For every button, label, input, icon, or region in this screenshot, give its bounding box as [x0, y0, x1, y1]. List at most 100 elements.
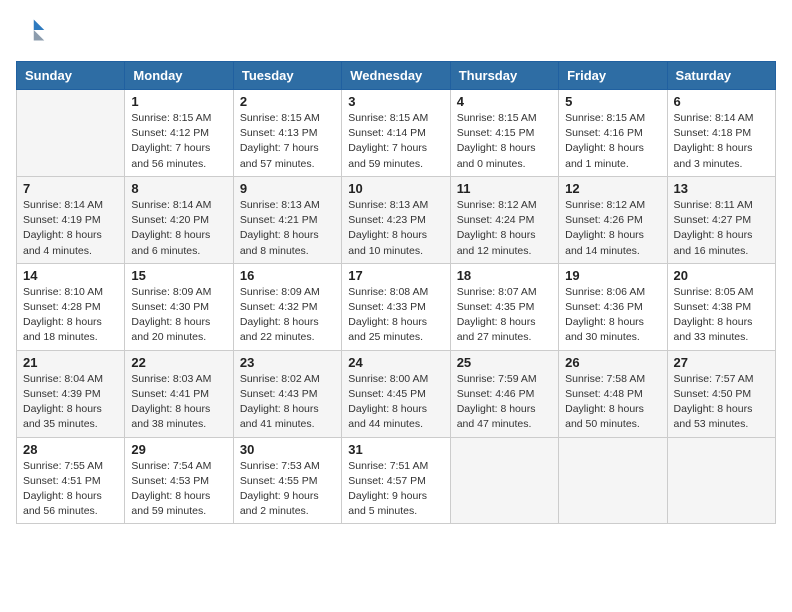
calendar-cell — [450, 437, 558, 524]
day-info: Sunrise: 7:55 AM Sunset: 4:51 PM Dayligh… — [23, 459, 118, 520]
calendar-cell: 16Sunrise: 8:09 AM Sunset: 4:32 PM Dayli… — [233, 263, 341, 350]
day-info: Sunrise: 8:13 AM Sunset: 4:21 PM Dayligh… — [240, 198, 335, 259]
weekday-monday: Monday — [125, 62, 233, 90]
day-number: 11 — [457, 181, 552, 196]
day-info: Sunrise: 8:05 AM Sunset: 4:38 PM Dayligh… — [674, 285, 769, 346]
calendar-cell: 9 Sunrise: 8:13 AM Sunset: 4:21 PM Daylig… — [233, 176, 341, 263]
day-info: Sunrise: 8:15 AM Sunset: 4:13 PM Dayligh… — [240, 111, 335, 172]
day-number: 20 — [674, 268, 769, 283]
day-info: Sunrise: 8:09 AM Sunset: 4:30 PM Dayligh… — [131, 285, 226, 346]
calendar-cell: 12 Sunrise: 8:12 AM Sunset: 4:26 PM Dayli… — [559, 176, 667, 263]
calendar-cell — [559, 437, 667, 524]
calendar-cell — [667, 437, 775, 524]
calendar-cell — [17, 90, 125, 177]
weekday-header-row: SundayMondayTuesdayWednesdayThursdayFrid… — [17, 62, 776, 90]
day-info: Sunrise: 7:57 AM Sunset: 4:50 PM Dayligh… — [674, 372, 769, 433]
calendar-week-5: 28 Sunrise: 7:55 AM Sunset: 4:51 PM Dayli… — [17, 437, 776, 524]
day-info: Sunrise: 7:53 AM Sunset: 4:55 PM Dayligh… — [240, 459, 335, 520]
logo-icon — [18, 16, 46, 44]
day-number: 19 — [565, 268, 660, 283]
day-info: Sunrise: 8:03 AM Sunset: 4:41 PM Dayligh… — [131, 372, 226, 433]
day-info: Sunrise: 8:08 AM Sunset: 4:33 PM Dayligh… — [348, 285, 443, 346]
calendar-cell: 5 Sunrise: 8:15 AM Sunset: 4:16 PM Daylig… — [559, 90, 667, 177]
day-info: Sunrise: 7:54 AM Sunset: 4:53 PM Dayligh… — [131, 459, 226, 520]
calendar-cell: 27 Sunrise: 7:57 AM Sunset: 4:50 PM Dayli… — [667, 350, 775, 437]
weekday-sunday: Sunday — [17, 62, 125, 90]
day-number: 12 — [565, 181, 660, 196]
calendar-cell: 14 Sunrise: 8:10 AM Sunset: 4:28 PM Dayli… — [17, 263, 125, 350]
calendar-cell: 13Sunrise: 8:11 AM Sunset: 4:27 PM Dayli… — [667, 176, 775, 263]
calendar-table: SundayMondayTuesdayWednesdayThursdayFrid… — [16, 61, 776, 524]
weekday-wednesday: Wednesday — [342, 62, 450, 90]
day-number: 17 — [348, 268, 443, 283]
day-info: Sunrise: 8:10 AM Sunset: 4:28 PM Dayligh… — [23, 285, 118, 346]
calendar-cell: 15 Sunrise: 8:09 AM Sunset: 4:30 PM Dayli… — [125, 263, 233, 350]
day-number: 30 — [240, 442, 335, 457]
day-info: Sunrise: 7:58 AM Sunset: 4:48 PM Dayligh… — [565, 372, 660, 433]
calendar-week-4: 21 Sunrise: 8:04 AM Sunset: 4:39 PM Dayli… — [17, 350, 776, 437]
calendar-cell: 17 Sunrise: 8:08 AM Sunset: 4:33 PM Dayli… — [342, 263, 450, 350]
calendar-cell: 30 Sunrise: 7:53 AM Sunset: 4:55 PM Dayli… — [233, 437, 341, 524]
day-info: Sunrise: 8:04 AM Sunset: 4:39 PM Dayligh… — [23, 372, 118, 433]
weekday-saturday: Saturday — [667, 62, 775, 90]
calendar-cell: 28 Sunrise: 7:55 AM Sunset: 4:51 PM Dayli… — [17, 437, 125, 524]
calendar-cell: 31 Sunrise: 7:51 AM Sunset: 4:57 PM Dayli… — [342, 437, 450, 524]
calendar-cell: 20 Sunrise: 8:05 AM Sunset: 4:38 PM Dayli… — [667, 263, 775, 350]
calendar-week-2: 7 Sunrise: 8:14 AM Sunset: 4:19 PM Daylig… — [17, 176, 776, 263]
weekday-friday: Friday — [559, 62, 667, 90]
day-number: 22 — [131, 355, 226, 370]
day-number: 27 — [674, 355, 769, 370]
calendar-cell: 29 Sunrise: 7:54 AM Sunset: 4:53 PM Dayli… — [125, 437, 233, 524]
day-info: Sunrise: 8:14 AM Sunset: 4:20 PM Dayligh… — [131, 198, 226, 259]
day-number: 10 — [348, 181, 443, 196]
day-info: Sunrise: 8:13 AM Sunset: 4:23 PM Dayligh… — [348, 198, 443, 259]
calendar-cell: 4 Sunrise: 8:15 AM Sunset: 4:15 PM Daylig… — [450, 90, 558, 177]
day-number: 21 — [23, 355, 118, 370]
day-number: 14 — [23, 268, 118, 283]
calendar-cell: 1 Sunrise: 8:15 AM Sunset: 4:12 PM Daylig… — [125, 90, 233, 177]
day-info: Sunrise: 7:51 AM Sunset: 4:57 PM Dayligh… — [348, 459, 443, 520]
day-number: 28 — [23, 442, 118, 457]
calendar-cell: 26 Sunrise: 7:58 AM Sunset: 4:48 PM Dayli… — [559, 350, 667, 437]
day-info: Sunrise: 8:06 AM Sunset: 4:36 PM Dayligh… — [565, 285, 660, 346]
calendar-cell: 22 Sunrise: 8:03 AM Sunset: 4:41 PM Dayli… — [125, 350, 233, 437]
calendar-cell: 7 Sunrise: 8:14 AM Sunset: 4:19 PM Daylig… — [17, 176, 125, 263]
day-info: Sunrise: 8:12 AM Sunset: 4:26 PM Dayligh… — [565, 198, 660, 259]
day-number: 4 — [457, 94, 552, 109]
page-header — [16, 16, 776, 49]
calendar-cell: 25 Sunrise: 7:59 AM Sunset: 4:46 PM Dayli… — [450, 350, 558, 437]
day-number: 18 — [457, 268, 552, 283]
day-number: 9 — [240, 181, 335, 196]
day-number: 24 — [348, 355, 443, 370]
calendar-week-3: 14 Sunrise: 8:10 AM Sunset: 4:28 PM Dayli… — [17, 263, 776, 350]
day-number: 8 — [131, 181, 226, 196]
day-number: 15 — [131, 268, 226, 283]
day-number: 26 — [565, 355, 660, 370]
day-info: Sunrise: 8:15 AM Sunset: 4:14 PM Dayligh… — [348, 111, 443, 172]
day-number: 6 — [674, 94, 769, 109]
day-info: Sunrise: 8:09 AM Sunset: 4:32 PM Dayligh… — [240, 285, 335, 346]
calendar-cell: 8 Sunrise: 8:14 AM Sunset: 4:20 PM Daylig… — [125, 176, 233, 263]
calendar-cell: 21 Sunrise: 8:04 AM Sunset: 4:39 PM Dayli… — [17, 350, 125, 437]
day-info: Sunrise: 8:15 AM Sunset: 4:16 PM Dayligh… — [565, 111, 660, 172]
calendar-cell: 2 Sunrise: 8:15 AM Sunset: 4:13 PM Daylig… — [233, 90, 341, 177]
logo — [16, 16, 50, 49]
day-number: 7 — [23, 181, 118, 196]
weekday-tuesday: Tuesday — [233, 62, 341, 90]
day-number: 1 — [131, 94, 226, 109]
day-number: 25 — [457, 355, 552, 370]
day-number: 5 — [565, 94, 660, 109]
calendar-cell: 6Sunrise: 8:14 AM Sunset: 4:18 PM Daylig… — [667, 90, 775, 177]
calendar-cell: 10 Sunrise: 8:13 AM Sunset: 4:23 PM Dayli… — [342, 176, 450, 263]
day-info: Sunrise: 8:15 AM Sunset: 4:15 PM Dayligh… — [457, 111, 552, 172]
day-info: Sunrise: 7:59 AM Sunset: 4:46 PM Dayligh… — [457, 372, 552, 433]
day-number: 2 — [240, 94, 335, 109]
day-info: Sunrise: 8:15 AM Sunset: 4:12 PM Dayligh… — [131, 111, 226, 172]
calendar-cell: 23Sunrise: 8:02 AM Sunset: 4:43 PM Dayli… — [233, 350, 341, 437]
day-info: Sunrise: 8:14 AM Sunset: 4:19 PM Dayligh… — [23, 198, 118, 259]
day-number: 3 — [348, 94, 443, 109]
day-info: Sunrise: 8:12 AM Sunset: 4:24 PM Dayligh… — [457, 198, 552, 259]
day-number: 29 — [131, 442, 226, 457]
calendar-cell: 11 Sunrise: 8:12 AM Sunset: 4:24 PM Dayli… — [450, 176, 558, 263]
day-number: 31 — [348, 442, 443, 457]
